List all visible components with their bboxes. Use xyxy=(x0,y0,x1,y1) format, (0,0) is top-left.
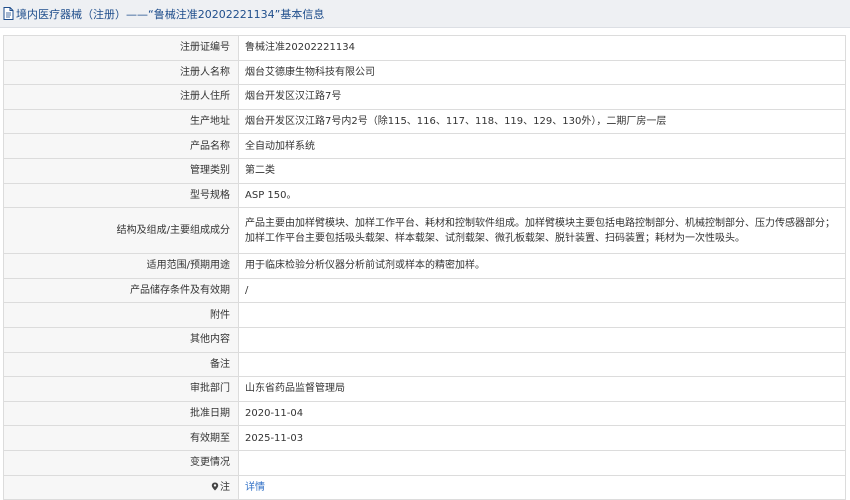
row-value: 详情 xyxy=(238,474,846,500)
row-label: 备注 xyxy=(3,351,239,378)
row-label: 附件 xyxy=(3,302,239,328)
table-row: 批准日期 2020-11-04 xyxy=(3,400,846,427)
row-value: 山东省药品监督管理局 xyxy=(238,376,846,402)
note-label-cell: 注 xyxy=(3,474,239,500)
document-icon xyxy=(3,7,14,20)
table-row: 产品储存条件及有效期 / xyxy=(3,277,846,304)
page-header: 境内医疗器械（注册）——“鲁械注准20202221134”基本信息 xyxy=(0,0,850,28)
row-value: 产品主要由加样臂模块、加样工作平台、耗材和控制软件组成。加样臂模块主要包括电路控… xyxy=(238,207,846,255)
row-value xyxy=(238,302,846,328)
row-label: 其他内容 xyxy=(3,326,239,353)
row-value: 用于临床检验分析仪器分析前试剂或样本的精密加样。 xyxy=(238,253,846,279)
table-row: 结构及组成/主要组成成分 产品主要由加样臂模块、加样工作平台、耗材和控制软件组成… xyxy=(3,207,846,255)
note-label: 注 xyxy=(220,481,230,493)
row-value: 鲁械注准20202221134 xyxy=(238,35,846,61)
row-value xyxy=(238,449,846,476)
row-label: 适用范围/预期用途 xyxy=(3,253,239,279)
table-row: 产品名称 全自动加样系统 xyxy=(3,133,846,159)
row-label: 注册证编号 xyxy=(3,35,239,61)
table-row: 型号规格 ASP 150。 xyxy=(3,182,846,209)
row-value: 全自动加样系统 xyxy=(238,133,846,159)
table-row: 注 详情 xyxy=(3,474,846,500)
row-value: 2020-11-04 xyxy=(238,400,846,427)
row-value: 第二类 xyxy=(238,157,846,184)
row-label: 注册人住所 xyxy=(3,84,239,110)
table-row: 审批部门 山东省药品监督管理局 xyxy=(3,376,846,402)
table-row: 有效期至 2025-11-03 xyxy=(3,425,846,451)
row-label: 有效期至 xyxy=(3,425,239,451)
table-row: 变更情况 xyxy=(3,449,846,476)
device-info-table: 注册证编号 鲁械注准20202221134 注册人名称 烟台艾德康生物科技有限公… xyxy=(3,35,846,500)
row-value: 烟台开发区汉江路7号 xyxy=(238,84,846,110)
row-label: 产品名称 xyxy=(3,133,239,159)
row-value: 2025-11-03 xyxy=(238,425,846,451)
row-value xyxy=(238,326,846,353)
details-link[interactable]: 详情 xyxy=(245,482,265,493)
row-label: 审批部门 xyxy=(3,376,239,402)
table-row: 注册人住所 烟台开发区汉江路7号 xyxy=(3,84,846,110)
row-label: 注册人名称 xyxy=(3,59,239,86)
row-value: 烟台开发区汉江路7号内2号（除115、116、117、118、119、129、1… xyxy=(238,108,846,135)
page-title: 境内医疗器械（注册）——“鲁械注准20202221134”基本信息 xyxy=(16,7,325,21)
table-row: 生产地址 烟台开发区汉江路7号内2号（除115、116、117、118、119、… xyxy=(3,108,846,135)
row-label: 生产地址 xyxy=(3,108,239,135)
table-row: 管理类别 第二类 xyxy=(3,157,846,184)
row-label: 变更情况 xyxy=(3,449,239,476)
table-row: 附件 xyxy=(3,302,846,328)
table-row: 备注 xyxy=(3,351,846,378)
row-label: 结构及组成/主要组成成分 xyxy=(3,207,239,255)
location-pin-icon xyxy=(211,481,219,491)
table-row: 适用范围/预期用途 用于临床检验分析仪器分析前试剂或样本的精密加样。 xyxy=(3,253,846,279)
row-label: 产品储存条件及有效期 xyxy=(3,277,239,304)
table-row: 其他内容 xyxy=(3,326,846,353)
row-value: ASP 150。 xyxy=(238,182,846,209)
row-value xyxy=(238,351,846,378)
row-value: 烟台艾德康生物科技有限公司 xyxy=(238,59,846,86)
row-value: / xyxy=(238,277,846,304)
row-label: 型号规格 xyxy=(3,182,239,209)
table-row: 注册证编号 鲁械注准20202221134 xyxy=(3,35,846,61)
row-label: 管理类别 xyxy=(3,157,239,184)
table-row: 注册人名称 烟台艾德康生物科技有限公司 xyxy=(3,59,846,86)
row-label: 批准日期 xyxy=(3,400,239,427)
